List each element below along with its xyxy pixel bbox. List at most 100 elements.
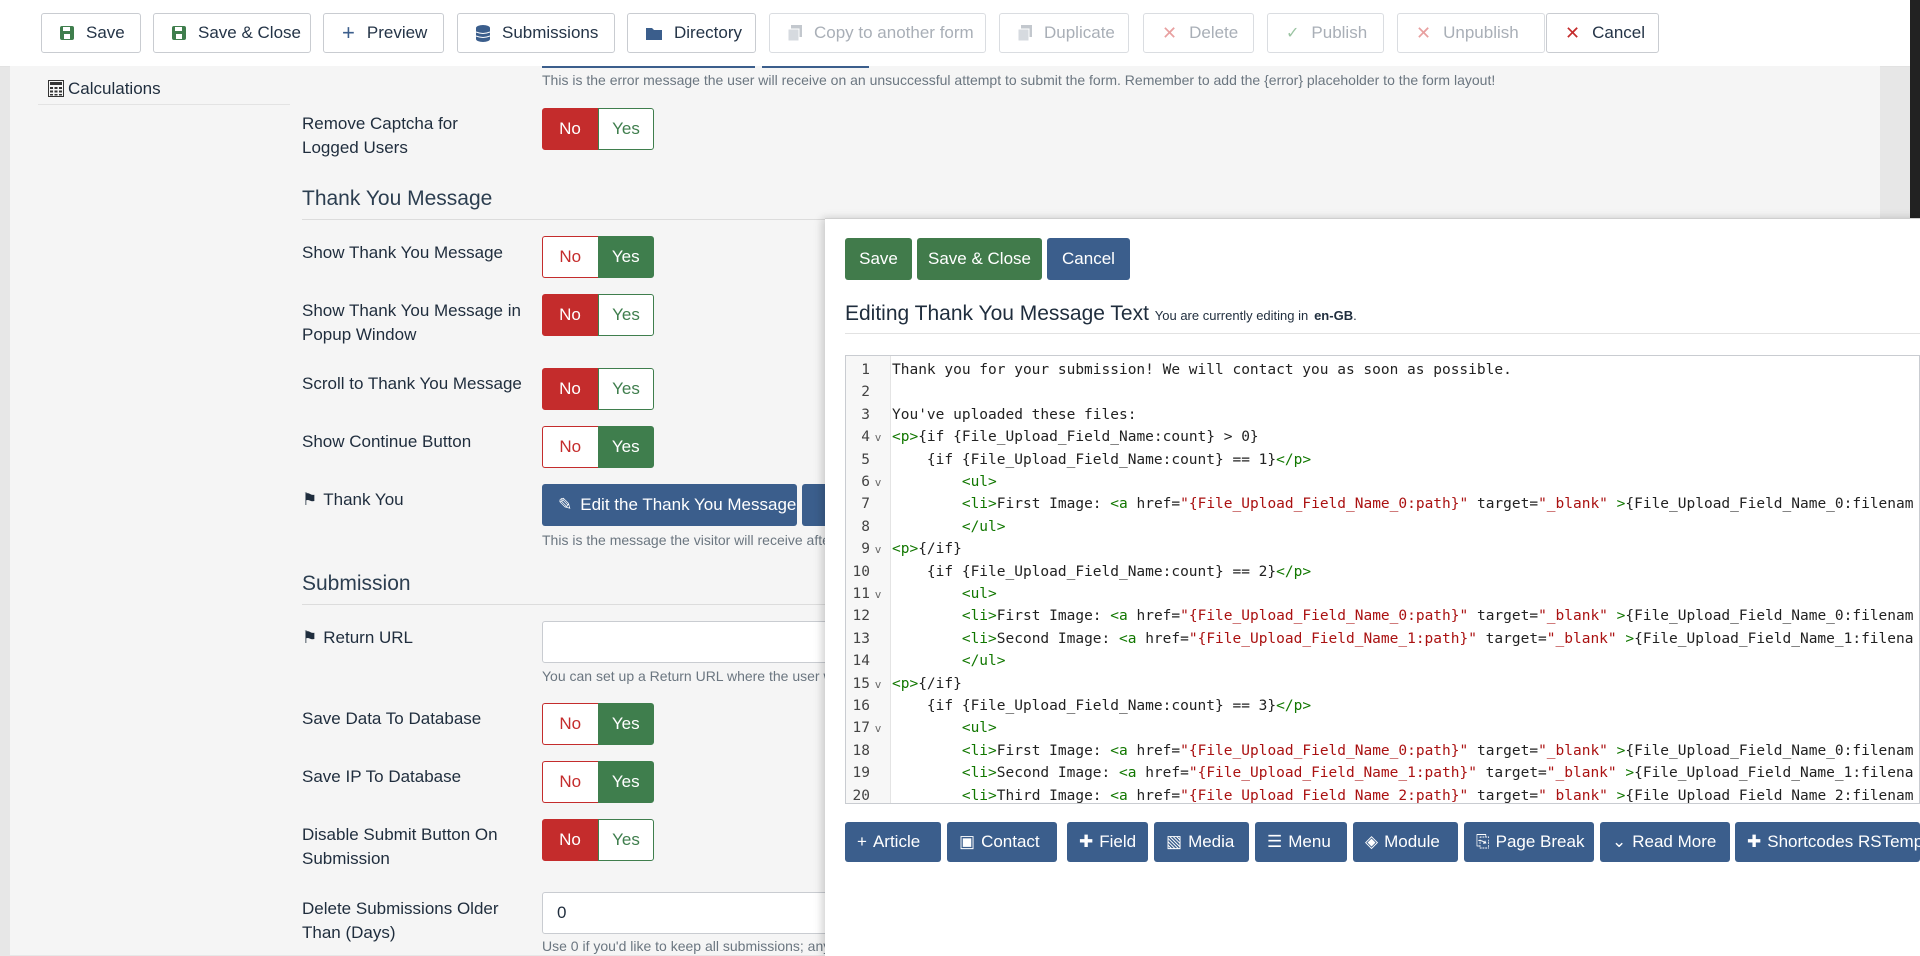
toggle-yes[interactable]: Yes bbox=[598, 819, 654, 861]
toggle-no[interactable]: No bbox=[542, 819, 598, 861]
code-line[interactable]: 11 v <ul> bbox=[846, 583, 1919, 606]
save-close-button[interactable]: Save & Close bbox=[153, 13, 311, 53]
fold-toggle-icon[interactable]: v bbox=[870, 674, 886, 696]
editor-button-label: Article bbox=[872, 832, 921, 851]
modal-title-text: Editing Thank You Message Text bbox=[845, 302, 1149, 325]
edit-thank-you-button[interactable]: ✎ Edit the Thank You Message bbox=[542, 484, 797, 526]
thank-you-label-text: Thank You bbox=[323, 490, 404, 509]
remove-captcha-toggle[interactable]: No Yes bbox=[542, 108, 654, 150]
cancel-button[interactable]: ✕ Cancel bbox=[1546, 13, 1659, 53]
toggle-no[interactable]: No bbox=[542, 703, 598, 745]
code-line[interactable]: 17 v <ul> bbox=[846, 717, 1919, 740]
show-continue-toggle[interactable]: No Yes bbox=[542, 426, 654, 468]
flag-icon: ⚑ bbox=[302, 628, 318, 647]
toggle-no[interactable]: No bbox=[542, 368, 598, 410]
show-popup-toggle[interactable]: No Yes bbox=[542, 294, 654, 336]
code-text: <li>First Image: <a href="{File_Upload_F… bbox=[961, 608, 1914, 625]
scroll-to-toggle[interactable]: No Yes bbox=[542, 368, 654, 410]
contact-icon: ▣ bbox=[959, 832, 976, 851]
duplicate-button[interactable]: Duplicate bbox=[999, 13, 1129, 53]
fold-toggle-icon[interactable]: v bbox=[870, 427, 886, 449]
modal-save-close-button[interactable]: Save & Close bbox=[917, 238, 1042, 280]
edit-thank-you-label: Edit the Thank You Message bbox=[580, 495, 797, 514]
delete-label: Delete bbox=[1189, 23, 1239, 42]
code-line[interactable]: 7 <li>First Image: <a href="{File_Upload… bbox=[846, 493, 1919, 515]
toggle-no[interactable]: No bbox=[542, 294, 598, 336]
toggle-yes[interactable]: Yes bbox=[598, 368, 654, 410]
save-button[interactable]: Save bbox=[41, 13, 141, 53]
editor-button-contact[interactable]: ▣ Contact bbox=[947, 822, 1057, 862]
code-line[interactable]: 14 </ul> bbox=[846, 650, 1919, 672]
code-line[interactable]: 10 {if {File_Upload_Field_Name:count} ==… bbox=[846, 561, 1919, 583]
code-line[interactable]: 13 <li>Second Image: <a href="{File_Uplo… bbox=[846, 628, 1919, 650]
code-line[interactable]: 2 bbox=[846, 381, 1919, 403]
window-scrollbar[interactable] bbox=[1910, 0, 1920, 220]
editor-button-shortcodes-rstempl[interactable]: ✚ Shortcodes RSTempl bbox=[1735, 822, 1920, 862]
toggle-yes[interactable]: Yes bbox=[597, 236, 654, 278]
sidebar bbox=[10, 66, 290, 955]
code-line[interactable]: 18 <li>First Image: <a href="{File_Uploa… bbox=[846, 740, 1919, 762]
folder-icon bbox=[646, 28, 662, 40]
code-editor[interactable]: 1 Thank you for your submission! We will… bbox=[845, 355, 1920, 804]
preview-button[interactable]: + Preview bbox=[323, 13, 444, 53]
editor-button-article[interactable]: + Article bbox=[845, 822, 941, 862]
save-db-label: Save Data To Database bbox=[302, 709, 482, 728]
fold-toggle-icon[interactable]: v bbox=[870, 584, 886, 606]
toggle-yes[interactable]: Yes bbox=[597, 703, 654, 745]
unpublish-button[interactable]: ✕ Unpublish bbox=[1397, 13, 1545, 53]
fold-toggle-icon[interactable]: v bbox=[870, 539, 886, 561]
directory-button[interactable]: Directory bbox=[627, 13, 756, 53]
editor-button-field[interactable]: ✚ Field bbox=[1067, 822, 1148, 862]
code-line[interactable]: 1 Thank you for your submission! We will… bbox=[846, 359, 1919, 381]
toggle-yes[interactable]: Yes bbox=[597, 426, 654, 468]
editor-button-page-break[interactable]: ⎘ Page Break bbox=[1464, 822, 1594, 862]
disable-submit-toggle[interactable]: No Yes bbox=[542, 819, 654, 861]
top-toolbar: Save Save & Close + Preview Submissions … bbox=[0, 0, 1920, 67]
copy-to-form-button[interactable]: Copy to another form bbox=[769, 13, 986, 53]
delete-button[interactable]: ✕ Delete bbox=[1143, 13, 1254, 53]
toggle-no[interactable]: No bbox=[542, 761, 598, 803]
show-thank-you-toggle[interactable]: No Yes bbox=[542, 236, 654, 278]
line-number: 13 bbox=[852, 630, 870, 647]
submissions-button[interactable]: Submissions bbox=[457, 13, 615, 53]
modal-title: Editing Thank You Message Text You are c… bbox=[845, 302, 1357, 325]
modal-save-button[interactable]: Save bbox=[845, 238, 912, 280]
toggle-no[interactable]: No bbox=[542, 108, 598, 150]
code-line[interactable]: 20 <li>Third Image: <a href="{File_Uploa… bbox=[846, 785, 1919, 804]
fold-toggle-icon[interactable]: v bbox=[870, 718, 886, 740]
editor-button-read-more[interactable]: ⌄ Read More bbox=[1600, 822, 1730, 862]
code-line[interactable]: 15 v <p>{/if} bbox=[846, 673, 1919, 696]
line-number: 19 bbox=[852, 765, 870, 782]
sidebar-item-calculations[interactable]: Calculations bbox=[38, 73, 290, 105]
code-line[interactable]: 6v <ul> bbox=[846, 471, 1919, 494]
toggle-yes[interactable]: Yes bbox=[598, 108, 654, 150]
code-line[interactable]: 3 You've uploaded these files: bbox=[846, 404, 1919, 426]
code-line[interactable]: 9 v <p>{/if} bbox=[846, 538, 1919, 561]
delete-older-input[interactable]: 0 bbox=[542, 892, 842, 934]
code-line[interactable]: 12 <li>First Image: <a href="{File_Uploa… bbox=[846, 605, 1919, 627]
toggle-no[interactable]: No bbox=[542, 236, 598, 278]
modal-cancel-button[interactable]: Cancel bbox=[1047, 238, 1130, 280]
editor-button-module[interactable]: ◈ Module bbox=[1353, 822, 1458, 862]
publish-button[interactable]: ✓ Publish bbox=[1267, 13, 1384, 53]
fold-toggle-icon[interactable]: v bbox=[870, 472, 886, 494]
line-number: 17 bbox=[852, 720, 870, 737]
toggle-yes[interactable]: Yes bbox=[597, 761, 654, 803]
save-db-toggle[interactable]: No Yes bbox=[542, 703, 654, 745]
code-text: <p>{/if} bbox=[892, 541, 962, 558]
floppy-icon bbox=[172, 26, 186, 40]
return-url-input[interactable] bbox=[542, 621, 842, 663]
code-line[interactable]: 4 v <p>{if {File_Upload_Field_Name:count} … bbox=[846, 426, 1919, 449]
editor-button-menu[interactable]: ☰ Menu bbox=[1255, 822, 1347, 862]
editor-button-media[interactable]: ▧ Media bbox=[1154, 822, 1249, 862]
save-ip-toggle[interactable]: No Yes bbox=[542, 761, 654, 803]
line-number: 20 bbox=[852, 787, 870, 804]
line-number: 7 bbox=[861, 496, 870, 513]
code-line[interactable]: 8 </ul> bbox=[846, 516, 1919, 538]
unpublish-label: Unpublish bbox=[1443, 23, 1519, 42]
toggle-no[interactable]: No bbox=[542, 426, 598, 468]
code-line[interactable]: 19 <li>Second Image: <a href="{File_Uplo… bbox=[846, 762, 1919, 784]
code-line[interactable]: 16 {if {File_Upload_Field_Name:count} ==… bbox=[846, 695, 1919, 717]
toggle-yes[interactable]: Yes bbox=[598, 294, 654, 336]
code-line[interactable]: 5 {if {File_Upload_Field_Name:count} == … bbox=[846, 449, 1919, 471]
